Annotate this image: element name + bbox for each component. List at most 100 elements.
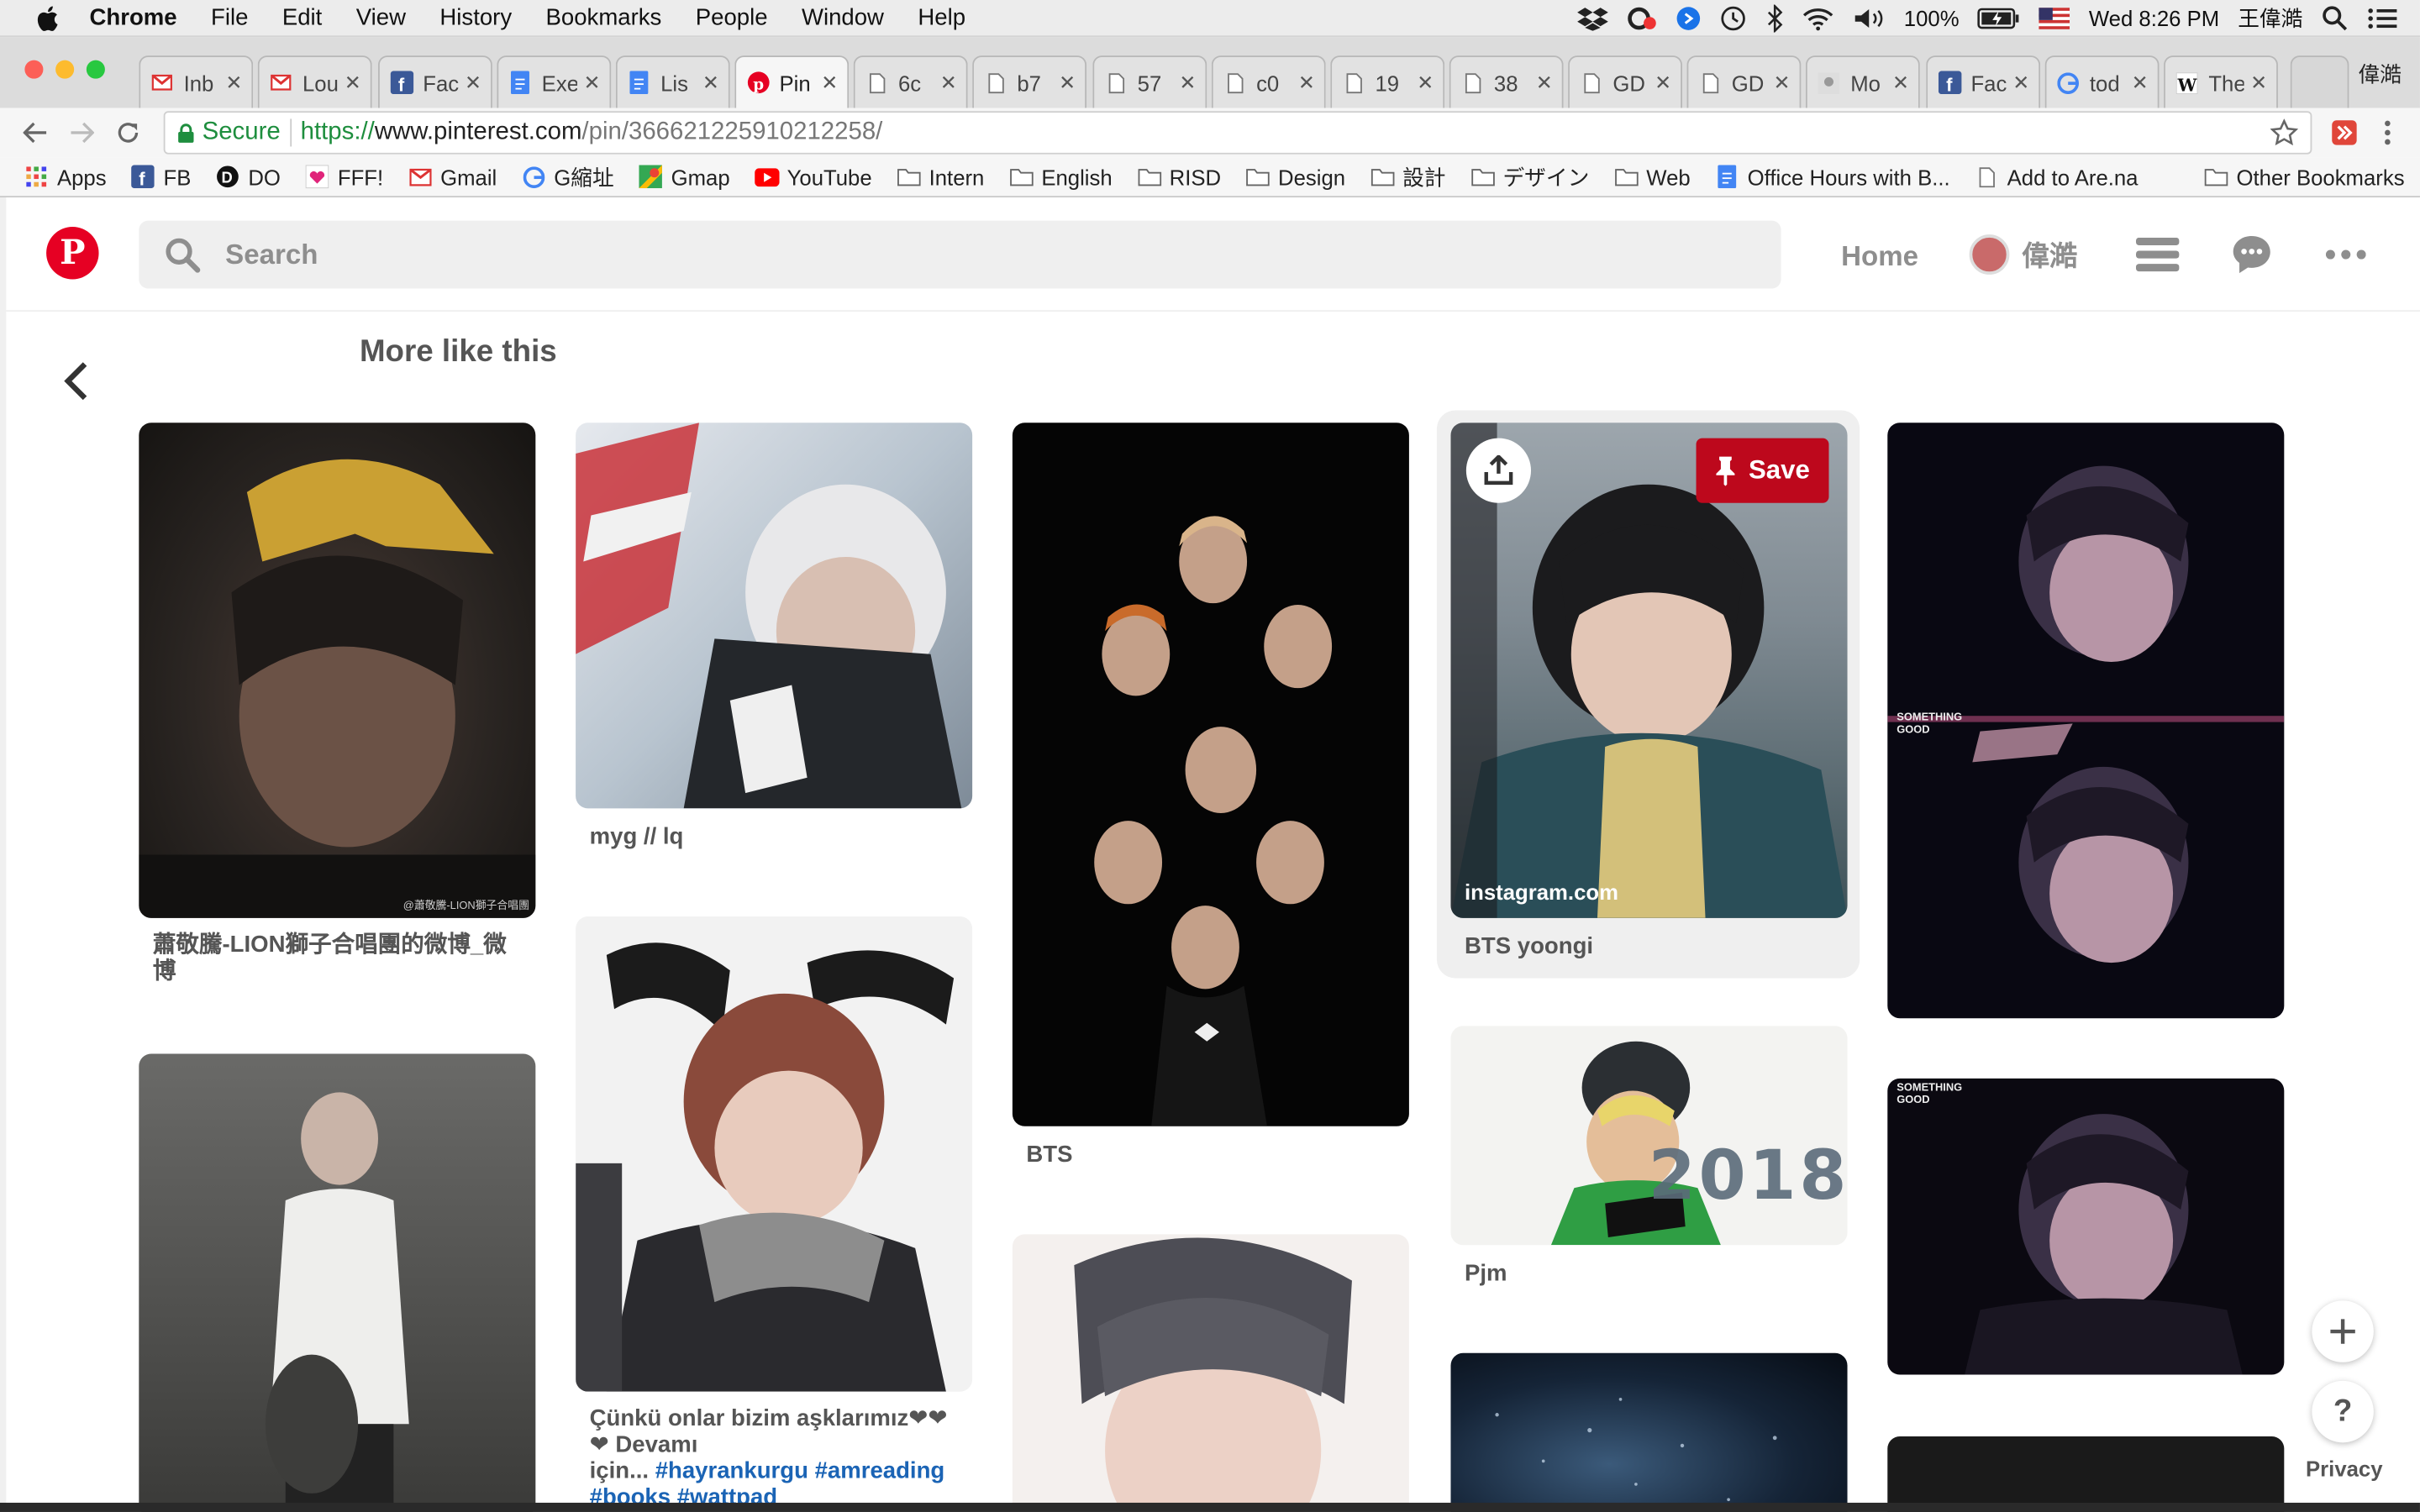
menubar-clock[interactable]: Wed 8:26 PM [2089, 6, 2219, 30]
menu-file[interactable]: File [211, 5, 248, 31]
bookmark-item[interactable]: Intern [897, 165, 984, 189]
creative-cloud-icon[interactable] [1626, 6, 1657, 30]
browser-tab[interactable]: 19 ✕ [1330, 55, 1445, 108]
battery-icon[interactable] [1978, 8, 2021, 29]
bluetooth-icon[interactable] [1765, 4, 1783, 33]
close-tab-icon[interactable]: ✕ [465, 71, 481, 95]
pin-title[interactable]: BTS yoongi [1465, 933, 1835, 959]
bookmark-item[interactable]: 設計 [1370, 161, 1446, 192]
browser-tab[interactable]: 38 ✕ [1449, 55, 1564, 108]
bookmark-item[interactable]: RISD [1137, 165, 1221, 189]
volume-icon[interactable] [1851, 6, 1885, 30]
hashtag-link[interactable]: #amreading [815, 1458, 945, 1484]
pin-image[interactable] [139, 1053, 536, 1512]
menu-window[interactable]: Window [802, 5, 884, 31]
browser-tab[interactable]: Inb ✕ [139, 55, 254, 108]
pin-image[interactable] [576, 423, 973, 809]
home-link[interactable]: Home [1841, 241, 1918, 274]
back-chevron-icon[interactable] [55, 358, 96, 404]
menu-edit[interactable]: Edit [282, 5, 322, 31]
bookmark-item[interactable]: English [1009, 165, 1113, 189]
spotlight-search-icon[interactable] [2321, 5, 2349, 33]
close-tab-icon[interactable]: ✕ [345, 71, 361, 95]
browser-tab[interactable]: Lis ✕ [615, 55, 730, 108]
browser-tab[interactable]: GD ✕ [1686, 55, 1802, 108]
close-tab-icon[interactable]: ✕ [1417, 71, 1434, 95]
pin-image[interactable] [576, 916, 973, 1392]
forward-arrow-icon[interactable] [59, 109, 105, 155]
close-tab-icon[interactable]: ✕ [940, 71, 957, 95]
notification-center-icon[interactable] [2367, 6, 2398, 30]
browser-tab[interactable]: Mo ✕ [1805, 55, 1920, 108]
menu-chrome[interactable]: Chrome [90, 5, 177, 31]
browser-tab[interactable]: 57 ✕ [1092, 55, 1207, 108]
menu-bookmarks[interactable]: Bookmarks [546, 5, 662, 31]
search-input[interactable]: Search [139, 220, 1781, 289]
pin-title[interactable]: BTS [1026, 1142, 1397, 1168]
pin-image[interactable]: @蕭敬騰-LION獅子合唱團 [139, 423, 536, 918]
close-window-button[interactable] [24, 60, 44, 79]
bookmark-item[interactable]: G縮址 [522, 161, 614, 192]
share-button[interactable] [1465, 438, 1532, 503]
bookmark-item[interactable]: Design [1245, 165, 1345, 189]
browser-tab[interactable]: c0 ✕ [1211, 55, 1326, 108]
browser-tab[interactable]: f Fac ✕ [377, 55, 492, 108]
close-tab-icon[interactable]: ✕ [1774, 71, 1791, 95]
close-tab-icon[interactable]: ✕ [1298, 71, 1315, 95]
bookmark-item[interactable]: Gmail [408, 165, 497, 189]
close-tab-icon[interactable]: ✕ [1179, 71, 1196, 95]
wifi-icon[interactable] [1802, 6, 1833, 31]
extension-icon[interactable] [2321, 109, 2367, 155]
pin-image[interactable]: SOMETHING GOOD [1887, 1078, 2285, 1375]
browser-tab[interactable]: b7 ✕ [972, 55, 1087, 108]
pin-image[interactable] [1887, 1436, 2285, 1512]
close-tab-icon[interactable]: ✕ [2250, 71, 2267, 95]
bookmark-item[interactable]: D DO [216, 165, 281, 189]
bookmark-star-icon[interactable] [2270, 118, 2299, 154]
close-tab-icon[interactable]: ✕ [702, 71, 719, 95]
messages-icon[interactable] [2230, 233, 2273, 276]
browser-tab[interactable]: p Pin ✕ [734, 55, 850, 108]
pin-title[interactable]: myg // lq [590, 824, 960, 850]
close-tab-icon[interactable]: ✕ [821, 71, 838, 95]
help-button[interactable]: ? [2312, 1380, 2374, 1443]
close-tab-icon[interactable]: ✕ [2132, 71, 2149, 95]
close-tab-icon[interactable]: ✕ [1655, 71, 1671, 95]
close-tab-icon[interactable]: ✕ [1892, 71, 1909, 95]
menu-history[interactable]: History [439, 5, 512, 31]
apple-menu-icon[interactable] [31, 3, 62, 34]
pin-image[interactable] [1450, 1352, 1848, 1512]
menu-view[interactable]: View [356, 5, 406, 31]
pin-title[interactable]: 蕭敬騰-LION獅子合唱團的微博_微博 [153, 932, 523, 984]
bookmark-item[interactable]: Office Hours with B... [1715, 165, 1950, 189]
menu-icon[interactable] [2135, 237, 2180, 272]
pin-image[interactable]: 2018 [1450, 1026, 1848, 1246]
save-button[interactable]: Save [1696, 438, 1828, 503]
bookmark-item[interactable]: Add to Are.na [1975, 165, 2138, 189]
pin-title[interactable]: Pjm [1465, 1261, 1835, 1287]
back-arrow-icon[interactable] [13, 109, 59, 155]
pin-title[interactable]: Çünkü onlar bizim aşklarımız❤❤ ❤ Devamı … [590, 1405, 968, 1510]
browser-tab[interactable]: Exe ✕ [497, 55, 612, 108]
address-bar[interactable]: Secure https://www.pinterest.com/pin/366… [163, 111, 2312, 155]
zoom-window-button[interactable] [86, 60, 105, 79]
close-tab-icon[interactable]: ✕ [583, 71, 600, 95]
chrome-profile-button[interactable]: 偉澔 [2358, 59, 2401, 90]
menu-people[interactable]: People [696, 5, 768, 31]
bookmark-item[interactable]: Web [1614, 165, 1691, 189]
reload-icon[interactable] [105, 109, 151, 155]
pin-image[interactable]: SOMETHING GOOD [1887, 423, 2285, 1019]
close-tab-icon[interactable]: ✕ [1536, 71, 1553, 95]
browser-tab[interactable]: f Fac ✕ [1926, 55, 2041, 108]
add-pin-button[interactable] [2312, 1300, 2374, 1362]
browser-tab[interactable]: tod ✕ [2044, 55, 2160, 108]
bookmark-item[interactable]: Apps [24, 165, 107, 189]
browser-tab[interactable]: Lou ✕ [257, 55, 372, 108]
browser-tab[interactable]: GD ✕ [1568, 55, 1683, 108]
privacy-link[interactable]: Privacy [2306, 1457, 2383, 1481]
pinterest-logo-icon[interactable]: P [46, 226, 99, 280]
bookmark-item[interactable]: FFF! [305, 165, 383, 189]
pin-image[interactable] [1012, 1234, 1409, 1512]
menu-help[interactable]: Help [918, 5, 965, 31]
browser-tab[interactable]: 6c ✕ [853, 55, 968, 108]
